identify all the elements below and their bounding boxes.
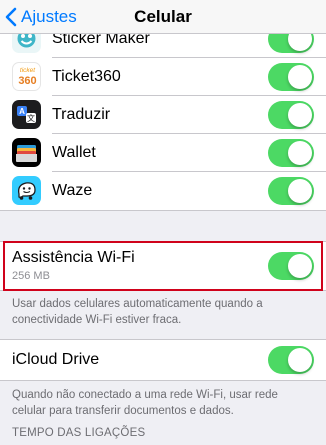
call-time-header: TEMPO DAS LIGAÇÕES [12, 427, 146, 439]
svg-text:ticket: ticket [20, 67, 36, 74]
wifi-assist-toggle[interactable] [268, 252, 314, 280]
app-name: Wallet [52, 144, 96, 161]
waze-cellular-toggle[interactable] [268, 177, 314, 205]
traduzir-cellular-toggle[interactable] [268, 101, 314, 129]
icloud-drive-toggle[interactable] [268, 346, 314, 374]
wifi-assist-footer: Usar dados celulares automaticamente qua… [12, 298, 263, 326]
app-name: Waze [52, 182, 93, 199]
ticket360-icon: ticket 360 [12, 62, 41, 91]
svg-text:A: A [19, 107, 25, 116]
app-row-traduzir: A 文 Traduzir [0, 96, 326, 134]
app-name: Traduzir [52, 106, 111, 123]
app-row-waze: Waze [0, 172, 326, 210]
divider [0, 380, 326, 381]
svg-text:360: 360 [18, 75, 36, 87]
divider [0, 290, 326, 291]
ticket360-cellular-toggle[interactable] [268, 63, 314, 91]
wallet-cellular-toggle[interactable] [268, 139, 314, 167]
waze-icon [12, 176, 41, 205]
icloud-drive-label: iCloud Drive [12, 351, 100, 368]
divider [0, 210, 326, 211]
app-row-ticket360: ticket 360 Ticket360 [0, 58, 326, 96]
app-row-wallet: Wallet [0, 134, 326, 172]
translate-icon: A 文 [12, 100, 41, 129]
icloud-drive-footer: Quando não conectado a uma rede Wi-Fi, u… [12, 389, 278, 417]
app-name: Ticket360 [52, 68, 121, 85]
page-title: Celular [134, 7, 192, 26]
icloud-drive-row: iCloud Drive [0, 340, 326, 380]
wifi-assist-label: Assistência Wi-Fi [12, 249, 135, 266]
navigation-bar: Ajustes Celular [0, 0, 326, 34]
wifi-assist-row: Assistência Wi-Fi 256 MB [0, 242, 326, 290]
apps-list: Sticker Maker ticket 360 Ticket360 A 文 T… [0, 20, 326, 210]
svg-text:文: 文 [27, 113, 35, 123]
wifi-assist-usage: 256 MB [12, 270, 50, 282]
wallet-icon [12, 138, 41, 167]
